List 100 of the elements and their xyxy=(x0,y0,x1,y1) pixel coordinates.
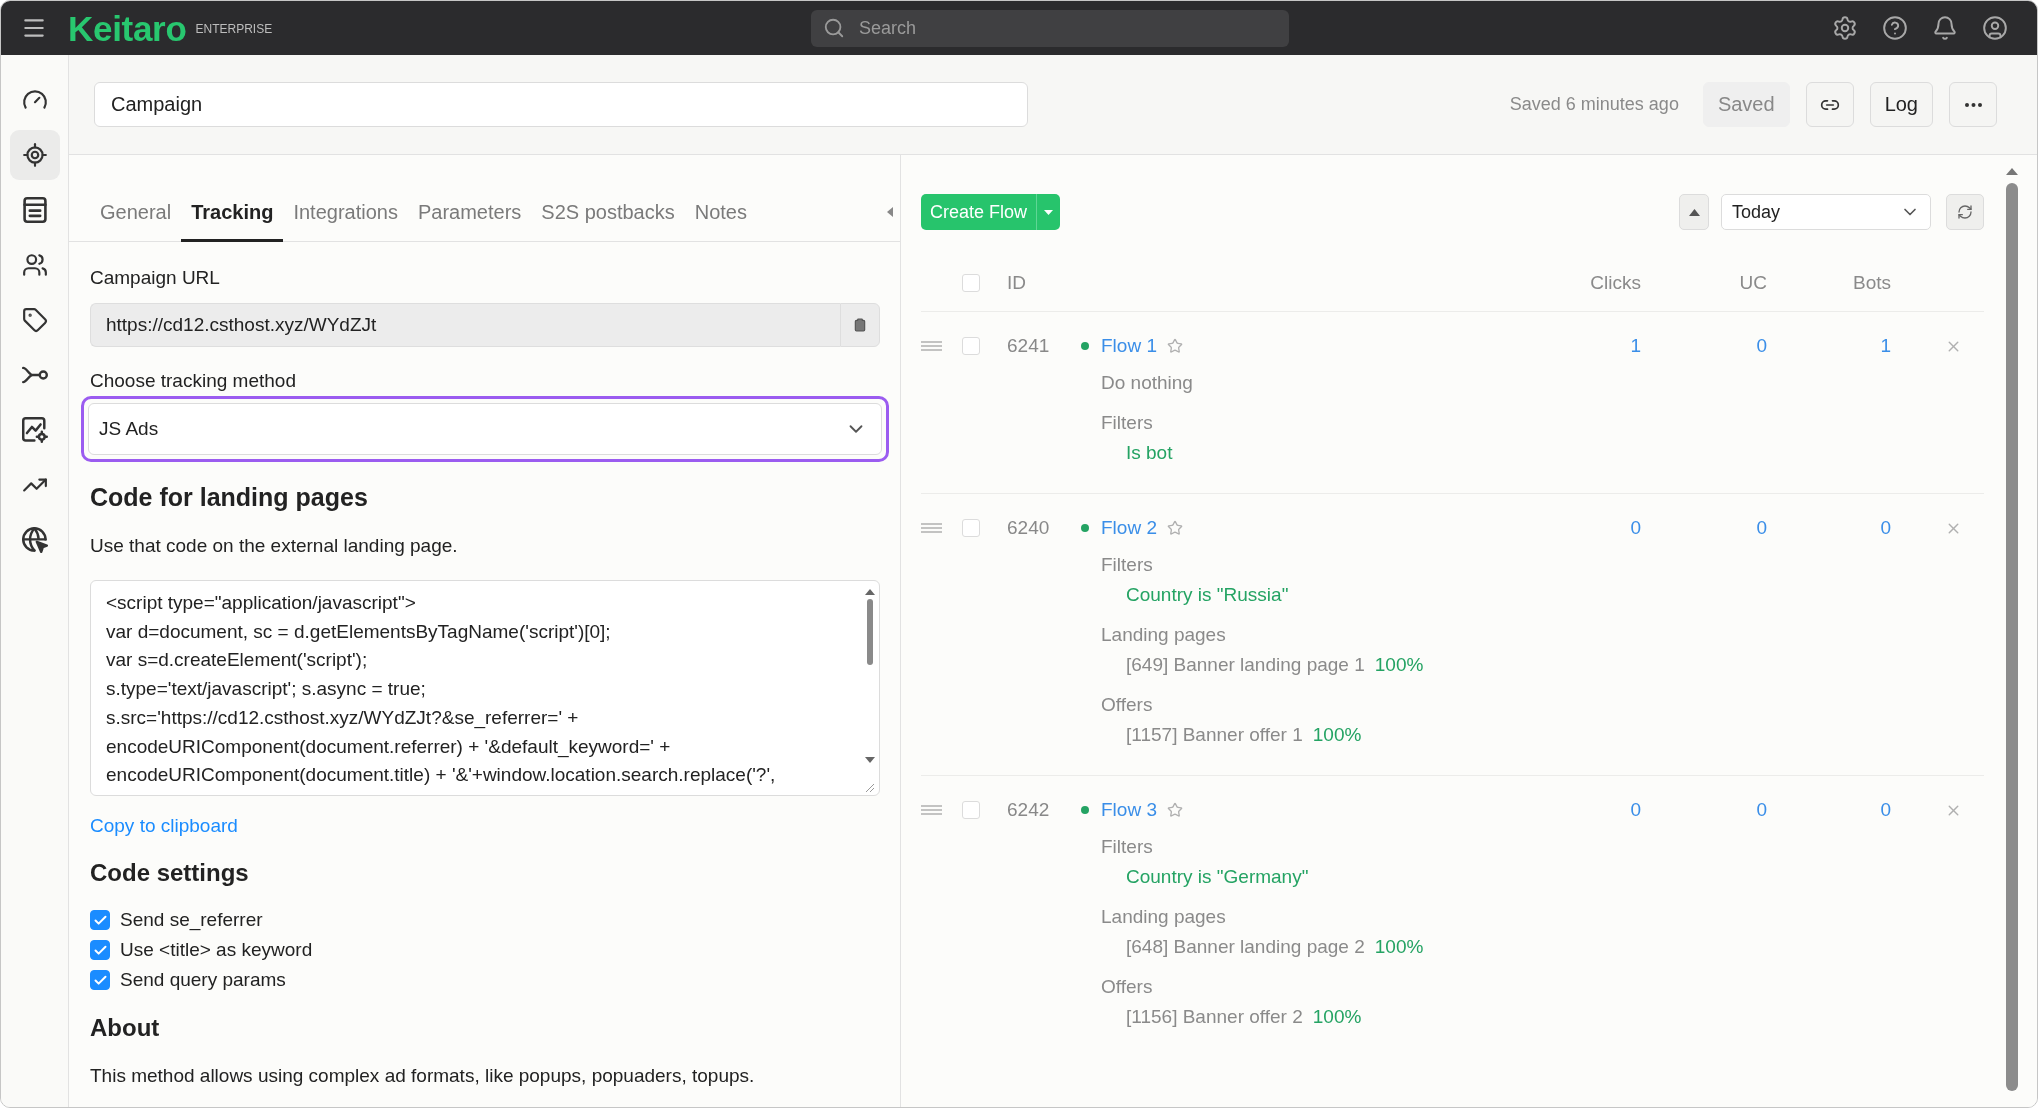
column-header: ID xyxy=(1007,270,1026,295)
clicks-count: 0 xyxy=(1630,798,1641,822)
drag-handle-icon[interactable] xyxy=(921,341,942,351)
section-title: Offers xyxy=(1101,693,1153,717)
period-select[interactable]: Today xyxy=(1721,194,1931,230)
star-icon[interactable] xyxy=(1166,802,1183,818)
star-icon[interactable] xyxy=(1166,338,1183,354)
field-label: Choose tracking method xyxy=(90,369,296,393)
tag-icon xyxy=(21,307,48,333)
more-button[interactable] xyxy=(1949,82,1997,127)
bell-icon[interactable] xyxy=(1932,15,1958,41)
settings-icon[interactable] xyxy=(1832,15,1858,41)
flow-id: 6240 xyxy=(1007,516,1050,540)
checkbox-label: Send se_referrer xyxy=(120,909,263,931)
chart-settings-icon xyxy=(21,417,48,443)
save-status: Saved 6 minutes ago xyxy=(1509,94,1679,115)
drag-handle-icon[interactable] xyxy=(921,523,942,533)
row-checkbox[interactable] xyxy=(962,801,980,819)
bots-count: 0 xyxy=(1880,516,1891,540)
checkbox[interactable] xyxy=(90,910,110,930)
copy-button[interactable] xyxy=(840,303,880,347)
column-header: Clicks xyxy=(1590,270,1641,295)
copy-link[interactable]: Copy to clipboard xyxy=(90,814,238,838)
collapse-button[interactable] xyxy=(1679,194,1709,230)
select-all-checkbox[interactable] xyxy=(962,273,980,292)
flow-name-link[interactable]: Flow 3 xyxy=(1101,799,1157,821)
uc-count: 0 xyxy=(1756,334,1767,358)
uc-count: 0 xyxy=(1756,516,1767,540)
clipboard-icon xyxy=(853,318,867,332)
star-icon[interactable] xyxy=(1166,520,1183,536)
checkbox[interactable] xyxy=(90,940,110,960)
section-heading: About xyxy=(90,1013,160,1043)
flow-detail-item: [1157] Banner offer 1 xyxy=(1126,723,1303,747)
tab[interactable]: Tracking xyxy=(181,186,284,242)
section-title: Offers xyxy=(1101,975,1153,999)
resize-handle-icon[interactable] xyxy=(865,783,875,793)
flow-detail-item: [648] Banner landing page 2 xyxy=(1126,935,1365,959)
search-field[interactable]: Search xyxy=(811,9,1289,47)
column-header: Bots xyxy=(1852,270,1891,295)
logo: Keitaro xyxy=(68,10,187,46)
help-icon[interactable] xyxy=(1882,15,1908,41)
caret-up-icon xyxy=(1688,208,1700,216)
flow-id: 6242 xyxy=(1007,798,1050,822)
caret-left-icon[interactable] xyxy=(887,207,893,217)
caret-down-icon xyxy=(1044,209,1054,215)
tab[interactable]: General xyxy=(90,186,182,242)
flow-detail-item: [1156] Banner offer 2 xyxy=(1126,1005,1303,1029)
refresh-button[interactable] xyxy=(1946,194,1984,230)
sidebar-item[interactable] xyxy=(9,130,60,180)
users-icon xyxy=(21,252,48,278)
bots-count: 0 xyxy=(1880,798,1891,822)
document-icon xyxy=(21,197,48,223)
flow-name-link[interactable]: Flow 1 xyxy=(1101,335,1157,357)
section-title: Filters xyxy=(1101,553,1153,577)
flow-action: Do nothing xyxy=(1101,371,1193,395)
section-heading: Code for landing pages xyxy=(90,482,368,513)
flow-detail-item: Country is "Germany" xyxy=(1126,865,1309,889)
share-percent: 100% xyxy=(1374,935,1424,959)
flow-name-link[interactable]: Flow 2 xyxy=(1101,517,1157,539)
section-heading: Code settings xyxy=(90,858,249,888)
checkbox-label: Use <title> as keyword xyxy=(120,939,313,961)
create-flow-button[interactable]: Create Flow xyxy=(921,194,1037,230)
drag-handle-icon[interactable] xyxy=(921,805,942,815)
code-text: <script type="application/javascript"> var d=document, sc = d.getElementsByTagName('script')[0]; var s=d.createElement('script'); s.type='text/javascript'; s.async = true; s.src='https://cd12.csthost.xyz/WYdZJt?&se_referrer=' + encodeURIComponent(document.referrer) + '&default_keyword=' + encodeURIComponent(document.title) + '&'+window.location.search.replace('?', xyxy=(105,591,777,788)
section-title: Landing pages xyxy=(1101,905,1226,929)
dropdown-button[interactable] xyxy=(1036,194,1061,230)
log-button[interactable]: Log xyxy=(1869,82,1933,127)
flow-id: 6241 xyxy=(1007,334,1050,358)
section-title: Landing pages xyxy=(1101,623,1226,647)
target-icon xyxy=(21,142,48,168)
tab[interactable]: Parameters xyxy=(407,186,532,242)
section-title: Filters xyxy=(1101,411,1153,435)
field-label: Campaign URL xyxy=(90,266,220,290)
flow-detail-item: Is bot xyxy=(1126,441,1173,465)
flow-detail-item: Country is "Russia" xyxy=(1126,583,1289,607)
search-icon xyxy=(823,16,845,39)
description-text: Use that code on the external landing page. xyxy=(90,534,458,558)
user-icon[interactable] xyxy=(1982,15,2008,41)
column-header: UC xyxy=(1739,270,1767,295)
tab[interactable]: S2S postbacks xyxy=(531,186,685,242)
bots-count: 1 xyxy=(1880,334,1891,358)
edition-label: ENTERPRISE xyxy=(195,22,273,36)
section-title: Filters xyxy=(1101,835,1153,859)
flow-detail-item: [649] Banner landing page 1 xyxy=(1126,653,1365,677)
refresh-icon xyxy=(1957,204,1973,220)
url-field[interactable]: https://cd12.csthost.xyz/WYdZJt xyxy=(90,303,840,347)
tracking-method-select[interactable]: JS Ads xyxy=(81,396,889,462)
clicks-count: 1 xyxy=(1630,334,1641,358)
row-checkbox[interactable] xyxy=(962,519,980,537)
globe-cursor-icon xyxy=(21,527,48,553)
link-button[interactable] xyxy=(1805,82,1854,127)
tab[interactable]: Integrations xyxy=(283,186,408,242)
code-textarea[interactable] xyxy=(90,580,880,796)
checkbox-label: Send query params xyxy=(120,969,286,991)
more-icon xyxy=(1964,102,1982,107)
row-checkbox[interactable] xyxy=(962,337,980,355)
split-icon xyxy=(21,366,48,384)
checkbox[interactable] xyxy=(90,970,110,990)
tab[interactable]: Notes xyxy=(684,186,757,242)
campaign-name-input[interactable]: Campaign xyxy=(94,82,1028,127)
